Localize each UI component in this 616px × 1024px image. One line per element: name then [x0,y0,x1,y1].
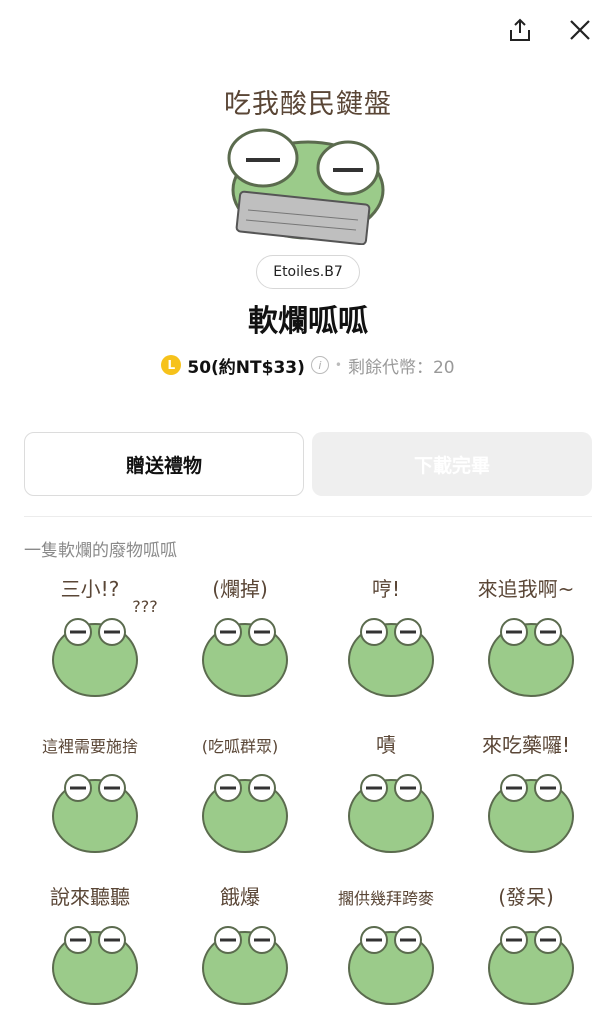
sticker-caption: 嘖 [376,733,396,757]
sticker-10[interactable]: 餓爆 [170,880,310,1020]
top-bar [0,0,616,60]
sticker-8[interactable]: 來吃藥囉! [456,728,596,868]
sticker-1[interactable]: 三小!???? [20,572,160,712]
price-row: L 50(約NT$33) i • 剩餘代幣：20 [0,350,616,380]
sticker-caption: (發呆) [498,885,554,909]
sticker-4[interactable]: 來追我啊~ [456,572,596,712]
sticker-caption: 擱供幾拜跨麥 [338,889,434,908]
download-button[interactable]: 下載完畢 [312,432,592,496]
sticker-caption: (爛掉) [212,577,268,601]
sticker-caption: 來吃藥囉! [482,733,570,757]
sticker-caption: 說來聽聽 [50,885,130,909]
author-badge[interactable]: Etoiles.B7 [256,255,360,289]
coin-icon: L [161,355,182,375]
sticker-11[interactable]: 擱供幾拜跨麥 [316,880,456,1020]
sticker-caption: (吃呱群眾) [202,737,279,756]
remaining-coins: 剩餘代幣：20 [347,357,455,378]
sticker-6[interactable]: (吃呱群眾) [170,728,310,868]
sticker-12[interactable]: (發呆) [456,880,596,1020]
separator-dot: • [334,358,342,372]
gift-button[interactable]: 贈送禮物 [24,432,304,496]
close-icon[interactable] [562,12,598,48]
sticker-description: 一隻軟爛的廢物呱呱 [24,541,177,561]
sticker-extra: ??? [132,597,157,616]
sticker-title: 軟爛呱呱 [248,304,368,339]
divider [24,516,592,517]
sticker-5[interactable]: 這裡需要施捨 [20,728,160,868]
sticker-2[interactable]: (爛掉) [170,572,310,712]
price-amount: 50(約NT$33) [187,357,305,378]
sticker-9[interactable]: 說來聽聽 [20,880,160,1020]
sticker-caption: 來追我啊~ [478,577,575,601]
sticker-7[interactable]: 嘖 [316,728,456,868]
sticker-caption: 這裡需要施捨 [42,737,138,756]
hero-sticker [227,128,385,245]
sticker-caption: 餓爆 [220,885,260,909]
sticker-3[interactable]: 哼! [316,572,456,712]
share-icon[interactable] [502,12,538,48]
sticker-caption: 三小!? [61,577,120,601]
sticker-caption: 哼! [372,577,400,601]
info-icon[interactable]: i [310,356,329,374]
